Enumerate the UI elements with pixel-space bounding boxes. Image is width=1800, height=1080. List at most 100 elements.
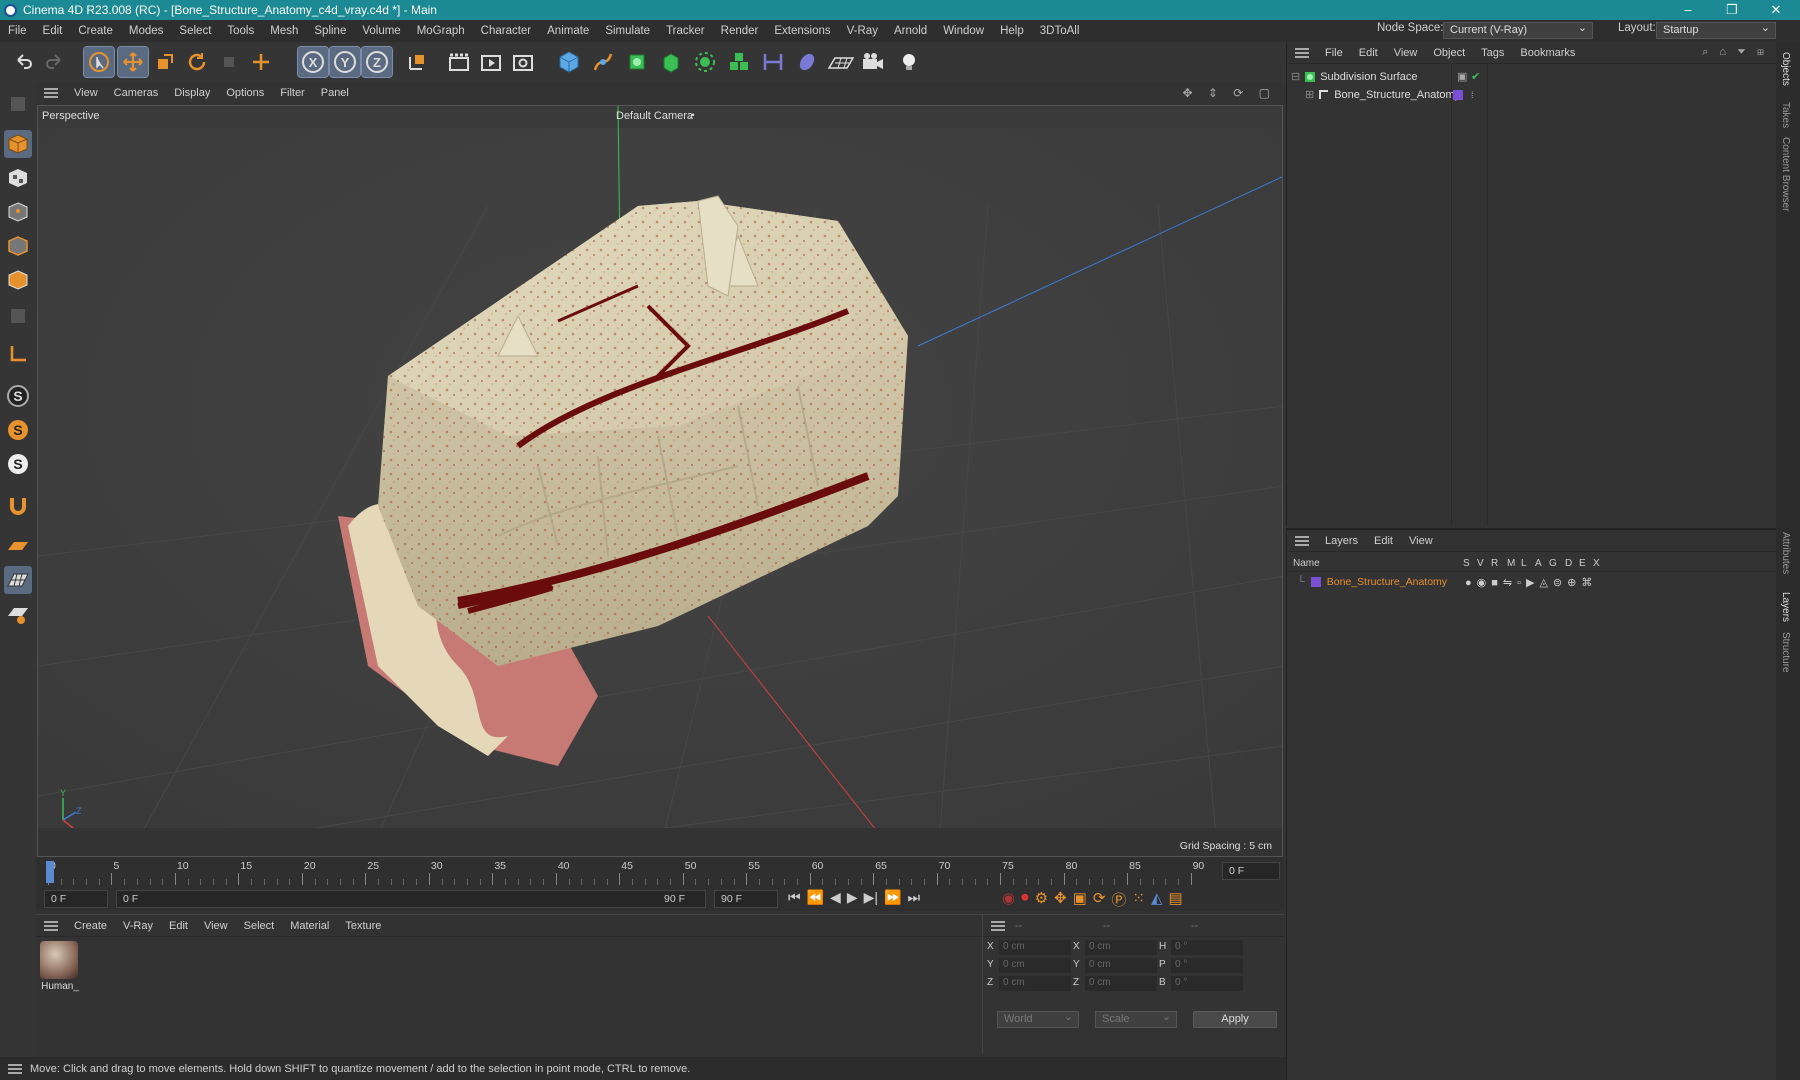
render-picture-viewer-button[interactable] (476, 47, 506, 77)
material-menu-create[interactable]: Create (66, 920, 115, 932)
viewport-menu-icon[interactable] (44, 88, 58, 98)
layout-dropdown[interactable]: Startup (1656, 21, 1776, 39)
menu-file[interactable]: File (0, 25, 35, 37)
object-menu-object[interactable]: Object (1425, 47, 1473, 59)
autokey-icon[interactable]: ⏺ (1021, 889, 1029, 910)
rotate-tool-button[interactable] (182, 47, 212, 77)
undo-button[interactable] (8, 47, 38, 77)
menu-select[interactable]: Select (171, 25, 219, 37)
prev-key-icon[interactable]: ⏪ (807, 889, 824, 906)
layer-menu-edit[interactable]: Edit (1366, 535, 1401, 547)
tab-takes[interactable]: Takes (1780, 102, 1791, 128)
max-frame-field[interactable]: 90 F (714, 890, 778, 908)
menu-create[interactable]: Create (70, 25, 121, 37)
key-rotation-icon[interactable]: ⟳ (1093, 889, 1106, 910)
x-axis-lock-button[interactable]: X (297, 46, 329, 78)
motion-mode-icon[interactable]: ◭ (1151, 889, 1163, 910)
go-to-start-icon[interactable]: ⏮ (788, 889, 801, 906)
snap-settings-button[interactable]: S (4, 416, 32, 444)
menu-modes[interactable]: Modes (121, 25, 172, 37)
coord-value-field[interactable]: 0 ° (1171, 976, 1243, 991)
scale-tool-button[interactable] (150, 47, 180, 77)
coord-value-field[interactable]: 0 cm (999, 940, 1071, 955)
deformer-button[interactable] (724, 47, 754, 77)
end-frame-field[interactable]: 0 F (1222, 862, 1280, 880)
keyframe-settings-icon[interactable]: ⚙ (1035, 889, 1048, 910)
apply-button[interactable]: Apply (1193, 1011, 1277, 1028)
key-position-icon[interactable]: ✥ (1054, 889, 1067, 910)
viewport-menu-options[interactable]: Options (218, 87, 272, 99)
material-swatch[interactable]: Human_ (40, 941, 80, 992)
viewport-menu-display[interactable]: Display (166, 87, 218, 99)
timeline-window-icon[interactable]: ▤ (1169, 889, 1183, 910)
object-menu-edit[interactable]: Edit (1351, 47, 1386, 59)
current-frame-field[interactable]: 0 F (44, 890, 108, 908)
object-row-subdivision-surface[interactable]: ⊟ Subdivision Surface ▣ ✔ (1291, 70, 1771, 84)
menu-spline[interactable]: Spline (306, 25, 354, 37)
layer-color-icon[interactable] (1453, 89, 1463, 100)
playhead[interactable] (46, 861, 54, 883)
coord-value-field[interactable]: 0 cm (1085, 958, 1157, 973)
viewport-menu-cameras[interactable]: Cameras (106, 87, 167, 99)
menu-render[interactable]: Render (713, 25, 767, 37)
tab-objects[interactable]: Objects (1780, 52, 1791, 86)
menu-volume[interactable]: Volume (354, 25, 408, 37)
menu-window[interactable]: Window (935, 25, 992, 37)
light-button[interactable] (894, 47, 924, 77)
coord-value-field[interactable]: 0 cm (999, 976, 1071, 991)
layer-name[interactable]: Bone_Structure_Anatomy (1327, 576, 1447, 588)
menu-mograph[interactable]: MoGraph (409, 25, 473, 37)
polygons-mode-button[interactable] (4, 266, 32, 294)
go-to-end-icon[interactable]: ⏭ (907, 889, 920, 906)
menu-character[interactable]: Character (473, 25, 540, 37)
layer-menu-icon[interactable] (1295, 535, 1309, 546)
workplane-snap-button[interactable]: S (4, 450, 32, 478)
points-mode-button[interactable] (4, 198, 32, 226)
key-pla-icon[interactable]: ⁙ (1132, 889, 1145, 910)
environment-button[interactable] (792, 47, 822, 77)
menu-3dtoall[interactable]: 3DToAll (1032, 25, 1088, 37)
material-menu-select[interactable]: Select (236, 920, 283, 932)
coord-value-field[interactable]: 0 ° (1171, 940, 1243, 955)
extrude-button[interactable] (656, 47, 686, 77)
axis-mode-button[interactable] (4, 340, 32, 368)
material-menu-vray[interactable]: V-Ray (115, 920, 161, 932)
live-selection-button[interactable] (83, 46, 115, 78)
grid-plane-button[interactable] (4, 566, 32, 594)
camera-button[interactable] (858, 47, 888, 77)
menu-mesh[interactable]: Mesh (262, 25, 306, 37)
object-menu-bookmarks[interactable]: Bookmarks (1512, 47, 1583, 59)
menu-tracker[interactable]: Tracker (658, 25, 713, 37)
material-menu-view[interactable]: View (196, 920, 236, 932)
magnet-button[interactable] (4, 492, 32, 520)
material-menu-material[interactable]: Material (282, 920, 337, 932)
menu-arnold[interactable]: Arnold (886, 25, 935, 37)
make-editable-button[interactable] (4, 90, 32, 118)
prev-frame-icon[interactable]: ◀ (830, 889, 841, 906)
object-search-icons[interactable]: ⌕ ⌂ ⏷ ⊞ (1694, 46, 1776, 59)
object-menu-file[interactable]: File (1317, 47, 1351, 59)
tab-layers[interactable]: Layers (1780, 592, 1791, 622)
tab-content-browser[interactable]: Content Browser (1780, 137, 1791, 211)
coord-value-field[interactable]: 0 cm (1085, 976, 1157, 991)
model-mode-button[interactable] (4, 130, 32, 158)
menu-vray[interactable]: V-Ray (839, 25, 886, 37)
floor-button[interactable] (826, 47, 856, 77)
menu-edit[interactable]: Edit (35, 25, 71, 37)
viewport-menu-filter[interactable]: Filter (272, 87, 312, 99)
menu-extensions[interactable]: Extensions (766, 25, 838, 37)
visibility-toggle-icon[interactable]: ▣ (1457, 70, 1467, 83)
object-menu-icon[interactable] (1295, 47, 1309, 58)
dots-icon[interactable]: ⁞ (1471, 90, 1474, 100)
layer-row[interactable]: └ Bone_Structure_Anatomy ●◉■⇋▫▶◬⊜⊕⌘ (1297, 574, 1767, 590)
object-menu-tags[interactable]: Tags (1473, 47, 1512, 59)
material-menu-edit[interactable]: Edit (161, 920, 196, 932)
coord-system-dropdown[interactable]: World (997, 1010, 1079, 1028)
object-menu-view[interactable]: View (1386, 47, 1426, 59)
render-settings-button[interactable] (508, 47, 538, 77)
coord-menu-icon[interactable] (991, 920, 1005, 931)
layer-menu-view[interactable]: View (1401, 535, 1441, 547)
edges-mode-button[interactable] (4, 232, 32, 260)
layer-flag-icons[interactable]: ●◉■⇋▫▶◬⊜⊕⌘ (1465, 576, 1597, 589)
key-scale-icon[interactable]: ▣ (1073, 889, 1087, 910)
